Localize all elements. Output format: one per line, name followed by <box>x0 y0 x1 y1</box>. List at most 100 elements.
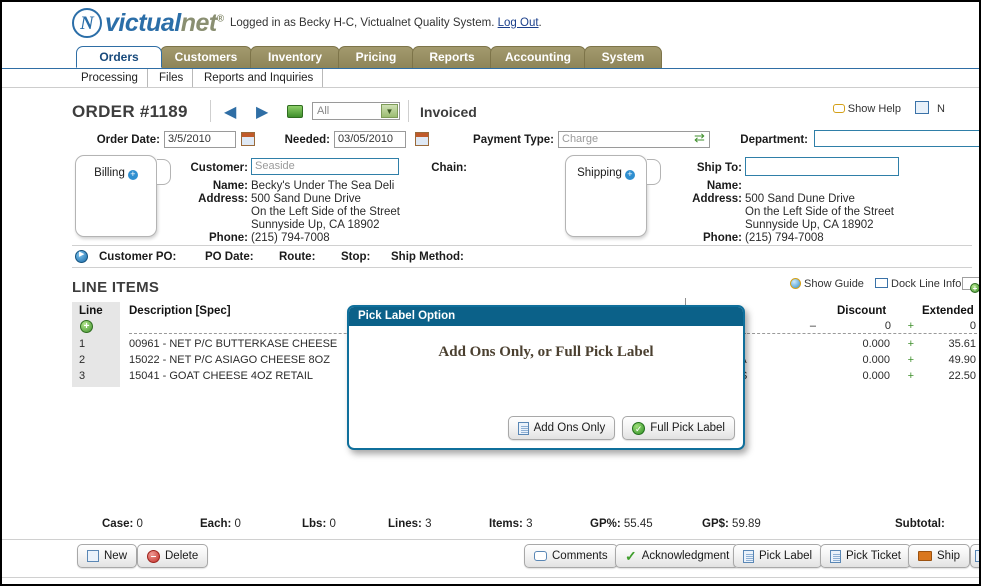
billing-expand-plus-icon[interactable]: + <box>127 170 138 180</box>
total-gp-dollars-value: 59.89 <box>732 518 761 530</box>
delete-button[interactable]: – Delete <box>137 544 209 568</box>
billing-panel-label: Billing + <box>76 167 156 180</box>
shipping-address-line3: Sunnyside Up, CA 18902 <box>745 219 874 231</box>
subtab-files[interactable]: Files <box>150 69 194 88</box>
subtab-reports-inquiries[interactable]: Reports and Inquiries <box>195 69 324 88</box>
add-column-plus-icon[interactable]: + <box>970 283 979 293</box>
prev-order-arrow-icon[interactable]: ◀ <box>224 102 236 122</box>
row-description[interactable]: 15041 - GOAT CHEESE 4OZ RETAIL <box>129 370 313 382</box>
tab-pricing[interactable]: Pricing <box>338 46 414 68</box>
tab-accounting[interactable]: Accounting <box>490 46 586 68</box>
order-filter-select[interactable]: All ▼ <box>312 102 400 120</box>
pick-ticket-button-label: Pick Ticket <box>846 550 901 562</box>
header-row-extended-sign: + <box>907 320 914 332</box>
row-extended: 22.50 <box>948 370 976 382</box>
table-row[interactable]: 3 <box>79 370 85 382</box>
header-row-discount: 0 <box>884 320 891 332</box>
new-button[interactable]: New <box>77 544 138 568</box>
acknowledgment-button-label: Acknowledgment <box>641 550 730 562</box>
order-date-calendar-icon[interactable] <box>241 132 255 146</box>
full-pick-label-button[interactable]: ✓ Full Pick Label <box>622 416 735 440</box>
total-gp-dollars: GP$: 59.89 <box>702 518 761 530</box>
logo-text-victual: victual <box>105 8 181 37</box>
billing-phone-label: Phone: <box>209 232 248 244</box>
acknowledgment-button[interactable]: ✓ Acknowledgment <box>615 544 740 568</box>
subtab-files-label: Files <box>159 72 184 84</box>
expand-po-row-icon[interactable] <box>75 250 88 263</box>
tab-system[interactable]: System <box>584 46 662 68</box>
add-ons-only-button[interactable]: Add Ons Only <box>507 416 616 440</box>
pick-label-button[interactable]: Pick Label <box>733 544 823 568</box>
full-pick-label-label: Full Pick Label <box>650 422 725 434</box>
row-description[interactable]: 15022 - NET P/C ASIAGO CHEESE 8OZ <box>129 354 330 366</box>
payment-type-input[interactable]: Charge <box>558 131 710 148</box>
department-input[interactable] <box>814 130 979 147</box>
needed-date-calendar-icon[interactable] <box>415 132 429 146</box>
page-title: ORDER #1189 <box>72 102 188 121</box>
dialog-message: Add Ons Only, or Full Pick Label <box>438 344 654 360</box>
line-items-title: LINE ITEMS <box>72 279 160 296</box>
row-discount: 0.000 <box>862 354 890 366</box>
footer-divider <box>2 539 979 540</box>
subbar-divider <box>2 87 979 88</box>
clock-icon <box>790 278 801 289</box>
shipping-panel-label: Shipping + <box>566 167 646 180</box>
logout-link[interactable]: Log Out <box>498 17 539 29</box>
order-status: Invoiced <box>420 104 477 120</box>
tab-reports[interactable]: Reports <box>412 46 492 68</box>
billing-address-line1: 500 Sand Dune Drive <box>251 193 361 205</box>
tab-inventory[interactable]: Inventory <box>250 46 340 68</box>
subtab-processing-label: Processing <box>81 72 138 84</box>
show-guide-button[interactable]: Show Guide <box>790 278 864 290</box>
needed-date-input[interactable]: 03/05/2010 <box>334 131 406 148</box>
comments-button[interactable]: Comments <box>524 544 618 568</box>
shipto-input[interactable] <box>745 157 899 176</box>
row-description[interactable]: 00961 - NET P/C BUTTERKASE CHEESE <box>129 338 337 350</box>
total-items: Items: 3 <box>489 518 532 530</box>
tab-customers[interactable]: Customers <box>160 46 252 68</box>
sub-tabbar: Processing Files Reports and Inquiries <box>2 68 979 88</box>
order-nav-divider-left <box>210 100 211 122</box>
next-order-arrow-icon[interactable]: ▶ <box>256 102 268 122</box>
order-nav-divider-right <box>408 100 409 122</box>
table-row[interactable]: 2 <box>79 354 85 366</box>
subtab-processing[interactable]: Processing <box>72 69 148 88</box>
payment-type-label: Payment Type: <box>473 134 554 146</box>
total-each-label: Each: <box>200 518 232 530</box>
po-row-divider <box>72 245 972 246</box>
order-list-icon[interactable] <box>287 105 303 118</box>
total-gp-percent-label: GP%: <box>590 518 621 530</box>
pick-ticket-button[interactable]: Pick Ticket <box>820 544 911 568</box>
total-each: Each: 0 <box>200 518 241 530</box>
main-tabbar: Orders Customers Inventory Pricing Repor… <box>2 46 979 70</box>
chat-icon <box>534 551 547 561</box>
document-icon <box>830 549 841 563</box>
shipping-label-text: Shipping <box>577 167 622 179</box>
dock-line-info-button[interactable]: Dock Line Info <box>875 278 961 290</box>
add-line-item-icon[interactable]: + <box>80 320 93 333</box>
total-case-label: Case: <box>102 518 134 530</box>
chevron-down-icon[interactable]: ▼ <box>381 104 398 118</box>
shipping-panel[interactable]: Shipping + <box>565 155 647 237</box>
dock-icon <box>875 278 888 288</box>
total-lines: Lines: 3 <box>388 518 431 530</box>
total-case: Case: 0 <box>102 518 143 530</box>
new-window-icon[interactable] <box>915 101 929 114</box>
shipping-expand-plus-icon[interactable]: + <box>624 170 635 180</box>
more-actions-button[interactable] <box>970 544 979 568</box>
ship-button-label: Ship <box>937 550 961 562</box>
table-row[interactable]: 1 <box>79 338 85 350</box>
needed-date-label: Needed: <box>284 134 330 146</box>
billing-address-label: Address: <box>198 193 248 205</box>
show-help-button[interactable]: Show Help <box>832 103 901 115</box>
ship-button[interactable]: Ship <box>908 544 971 568</box>
tab-orders[interactable]: Orders <box>76 46 162 68</box>
application-window: N victualnet® Logged in as Becky H-C, Vi… <box>0 0 981 586</box>
customer-input[interactable]: Seaside <box>251 158 399 175</box>
shipping-phone-value: (215) 794-7008 <box>745 232 824 244</box>
total-lbs: Lbs: 0 <box>302 518 336 530</box>
order-date-input[interactable]: 3/5/2010 <box>164 131 236 148</box>
billing-panel[interactable]: Billing + <box>75 155 157 237</box>
document-icon <box>517 421 529 435</box>
new-button-label: New <box>104 550 128 562</box>
